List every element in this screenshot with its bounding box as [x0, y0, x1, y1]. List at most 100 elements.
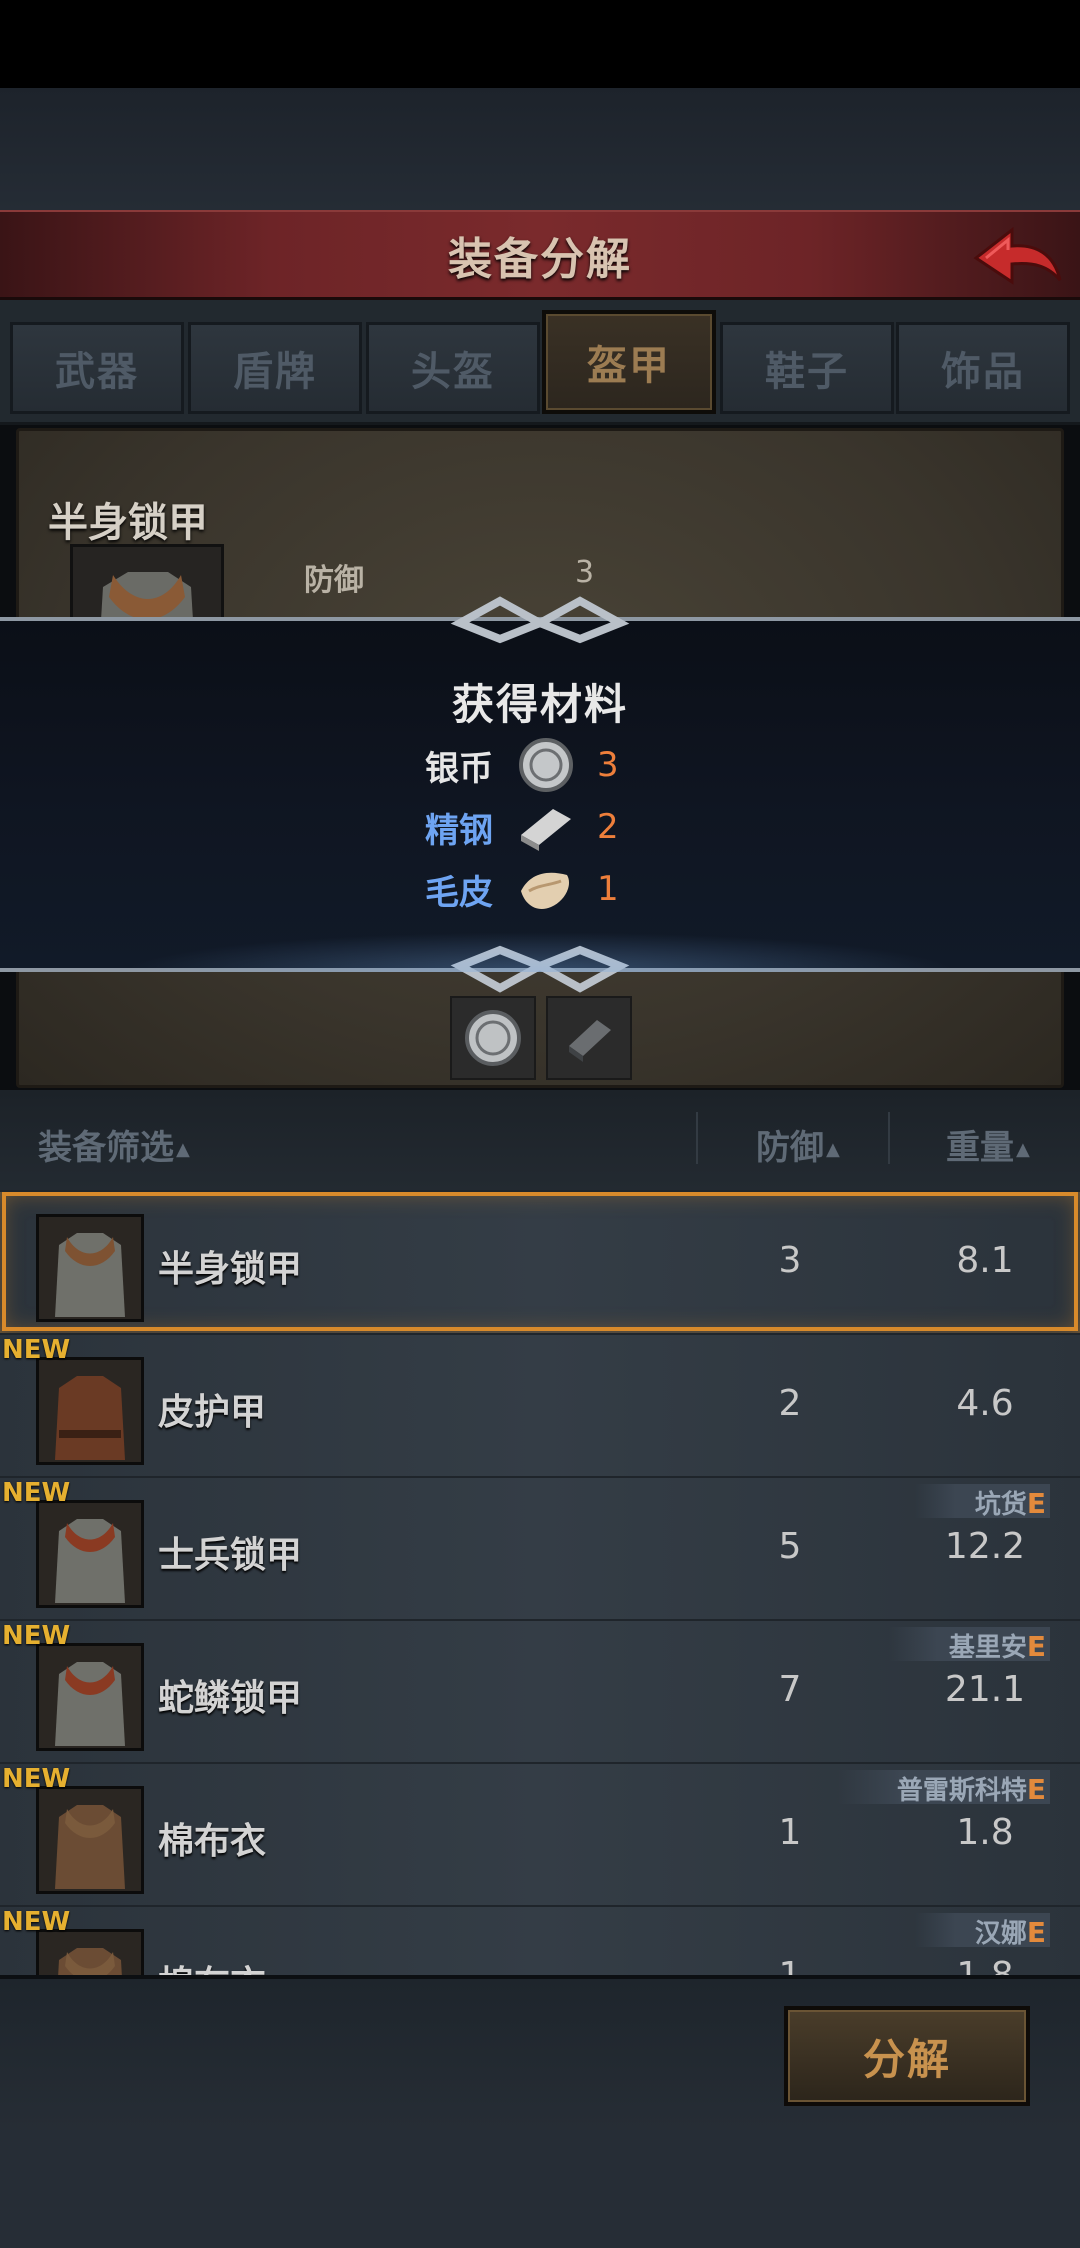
owner-grade: E	[1026, 1773, 1046, 1806]
item-defense: 1	[760, 1955, 820, 1975]
sort-arrow-icon: ▲	[176, 1139, 190, 1160]
popup-title: 获得材料	[451, 680, 628, 729]
equipment-row[interactable]: 半身锁甲 3 8.1	[0, 1190, 1080, 1333]
material-name: 银币	[425, 748, 493, 789]
header-label: 重量	[946, 1128, 1014, 1168]
popup-glow	[120, 932, 960, 972]
material-slot	[450, 996, 536, 1080]
item-thumbnail	[36, 1786, 144, 1894]
equipment-list: 装备筛选 ▲ 防御 ▲ 重量 ▲ 半身锁甲 3 8.1 NEW 皮护甲 2 4.6 N…	[0, 1090, 1080, 1975]
item-weight: 1.8	[920, 1955, 1050, 1975]
equipment-row[interactable]: NEW 普雷斯科特E 棉布衣 1 1.8	[0, 1762, 1080, 1905]
top-band	[0, 88, 1080, 210]
owner-name: 坑货	[974, 1490, 1027, 1520]
silver-coin-icon	[519, 738, 573, 792]
divider	[888, 1112, 890, 1164]
detail-materials	[450, 996, 632, 1080]
sort-arrow-icon: ▲	[826, 1139, 840, 1160]
category-tabs: 武器 盾牌 头盔 盔甲 鞋子 饰品	[0, 300, 1080, 425]
item-defense: 2	[778, 1383, 802, 1424]
fur-icon	[521, 872, 570, 910]
tab-label: 武器	[55, 349, 139, 395]
header-label: 防御	[756, 1128, 824, 1168]
material-name: 毛皮	[425, 872, 493, 913]
equipment-row[interactable]: NEW 基里安E 蛇鳞锁甲 7 21.1	[0, 1619, 1080, 1762]
tab-helmet[interactable]: 头盔	[366, 322, 540, 414]
tab-label: 饰品	[941, 349, 1025, 395]
owner-name: 普雷斯科特	[896, 1776, 1027, 1806]
item-weight: 4.6	[956, 1383, 1014, 1424]
material-qty: 1	[597, 869, 619, 909]
tab-accessory[interactable]: 饰品	[896, 322, 1070, 414]
new-badge: NEW	[2, 1621, 71, 1651]
decompose-label: 分解	[862, 2034, 951, 2084]
equipment-row[interactable]: NEW 汉娜E 棉布衣 1 1.8	[0, 1905, 1080, 1975]
item-thumbnail	[36, 1214, 144, 1322]
divider	[696, 1112, 698, 1164]
item-weight: 8.1	[956, 1240, 1014, 1281]
chainmail-icon	[55, 1519, 125, 1603]
item-thumbnail	[36, 1500, 144, 1608]
item-thumbnail	[36, 1643, 144, 1751]
sort-filter-header[interactable]: 装备筛选 ▲	[38, 1120, 190, 1169]
decompose-button[interactable]: 分解	[784, 2006, 1030, 2106]
owner-grade: E	[1026, 1630, 1046, 1663]
owner-name: 汉娜	[974, 1919, 1027, 1949]
new-badge: NEW	[2, 1764, 71, 1794]
owner-grade: E	[1026, 1916, 1046, 1949]
equipment-row[interactable]: NEW 坑货E 士兵锁甲 5 12.2	[0, 1476, 1080, 1619]
detail-item-name: 半身锁甲	[48, 500, 208, 546]
list-header: 装备筛选 ▲ 防御 ▲ 重量 ▲	[0, 1090, 1080, 1190]
bottom-band	[0, 2130, 1080, 2248]
obtained-material-row: 毛皮 1	[425, 861, 619, 917]
tab-shield[interactable]: 盾牌	[188, 322, 362, 414]
cloth-armor-icon	[55, 1805, 125, 1889]
leather-armor-icon	[55, 1376, 125, 1460]
owner-tag: 坑货E	[914, 1484, 1050, 1520]
title-bar: 装备分解	[0, 210, 1080, 300]
item-defense: 7	[778, 1669, 802, 1710]
tab-label: 盔甲	[587, 343, 671, 389]
item-name: 棉布衣	[158, 1821, 267, 1862]
owner-grade: E	[1026, 1487, 1046, 1520]
owner-tag: 基里安E	[888, 1627, 1050, 1663]
item-defense: 3	[778, 1240, 802, 1281]
tab-label: 盾牌	[233, 349, 317, 395]
material-qty: 3	[597, 745, 619, 785]
tab-armor[interactable]: 盔甲	[542, 310, 716, 414]
sort-arrow-icon: ▲	[1016, 1139, 1030, 1160]
new-badge: NEW	[2, 1478, 71, 1508]
owner-tag: 汉娜E	[914, 1913, 1050, 1949]
tab-boots[interactable]: 鞋子	[720, 322, 894, 414]
item-weight: 1.8	[956, 1812, 1014, 1853]
cloth-armor-icon	[58, 1948, 122, 1975]
item-name: 士兵锁甲	[158, 1535, 303, 1576]
chainmail-icon	[55, 1662, 125, 1746]
equipment-row[interactable]: NEW 皮护甲 2 4.6	[0, 1333, 1080, 1476]
material-qty: 2	[597, 807, 619, 847]
obtained-material-row: 精钢 2	[425, 799, 619, 855]
new-badge: NEW	[2, 1335, 71, 1365]
item-name: 半身锁甲	[158, 1249, 303, 1290]
owner-name: 基里安	[948, 1633, 1027, 1663]
item-defense: 5	[778, 1526, 802, 1567]
sort-weight-header[interactable]: 重量 ▲	[946, 1120, 1030, 1169]
item-weight: 21.1	[944, 1669, 1026, 1710]
item-name: 棉布衣	[158, 1955, 266, 1975]
material-name: 精钢	[425, 810, 493, 851]
material-slot	[546, 996, 632, 1080]
back-button[interactable]	[966, 218, 1066, 296]
stat-label-defense: 防御	[304, 563, 364, 598]
item-name: 蛇鳞锁甲	[158, 1678, 303, 1719]
new-badge: NEW	[2, 1907, 71, 1937]
sort-defense-header[interactable]: 防御 ▲	[756, 1120, 840, 1169]
steel-ingot-icon	[569, 1020, 611, 1062]
tab-weapon[interactable]: 武器	[10, 322, 184, 414]
chainmail-icon	[55, 1233, 125, 1317]
item-weight: 12.2	[944, 1526, 1026, 1567]
item-thumbnail	[36, 1357, 144, 1465]
materials-popup: 获得材料 银币 3 精钢 2 毛皮 1	[0, 596, 1080, 993]
owner-tag: 普雷斯科特E	[836, 1770, 1050, 1806]
back-arrow-icon	[973, 226, 1062, 285]
item-name: 皮护甲	[158, 1392, 267, 1433]
